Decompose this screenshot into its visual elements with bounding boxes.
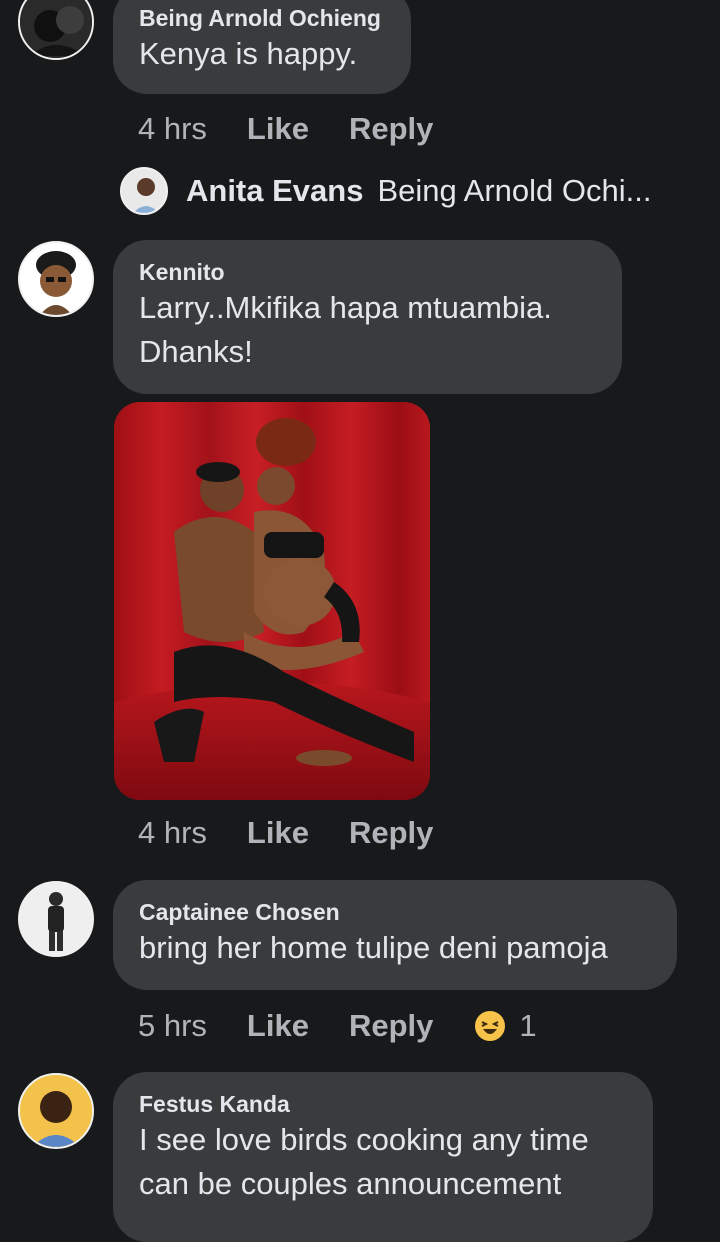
reply-avatar-image xyxy=(122,169,166,213)
comment-bubble[interactable]: Kennito Larry..Mkifika hapa mtuambia. Dh… xyxy=(113,240,622,394)
avatar[interactable] xyxy=(18,241,94,317)
comment-time[interactable]: 5 hrs xyxy=(138,1008,207,1044)
laughing-emoji-glyph xyxy=(481,1021,499,1034)
avatar[interactable] xyxy=(18,1073,94,1149)
comment-bubble[interactable]: Festus Kanda I see love birds cooking an… xyxy=(113,1072,653,1242)
comment-text-line-1: Larry..Mkifika hapa mtuambia. xyxy=(139,290,552,325)
comment-time[interactable]: 4 hrs xyxy=(138,111,207,147)
reaction-summary[interactable]: 1 xyxy=(473,1008,537,1044)
reply-preview[interactable]: Anita Evans Being Arnold Ochi... xyxy=(120,166,651,216)
laughing-emoji-icon xyxy=(473,1009,508,1043)
comment-actions: 4 hrs Like Reply xyxy=(138,109,473,149)
comment-text-line-2: can be couples announcement xyxy=(139,1166,562,1201)
comment-author[interactable]: Festus Kanda xyxy=(139,1090,627,1118)
comment-author[interactable]: Captainee Chosen xyxy=(139,898,651,926)
like-button[interactable]: Like xyxy=(247,1008,309,1044)
comment-author[interactable]: Being Arnold Ochieng xyxy=(139,4,385,32)
comment-photo[interactable] xyxy=(114,402,430,800)
reaction-count: 1 xyxy=(519,1008,537,1043)
couple-photo-image xyxy=(114,402,430,800)
avatar[interactable] xyxy=(18,881,94,957)
comment-actions: 5 hrs Like Reply 1 xyxy=(138,1006,537,1046)
comment-time[interactable]: 4 hrs xyxy=(138,815,207,851)
comment-author[interactable]: Kennito xyxy=(139,258,596,286)
comment-bubble[interactable]: Being Arnold Ochieng Kenya is happy. xyxy=(113,0,411,94)
comment-text-line-1: I see love birds cooking any time xyxy=(139,1122,589,1157)
comment-bubble[interactable]: Captainee Chosen bring her home tulipe d… xyxy=(113,880,677,990)
avatar-image xyxy=(20,0,92,58)
reply-button[interactable]: Reply xyxy=(349,815,433,851)
comment-text: bring her home tulipe deni pamoja xyxy=(139,930,608,965)
like-button[interactable]: Like xyxy=(247,815,309,851)
comment-text-line-2: Dhanks! xyxy=(139,334,253,369)
avatar-image xyxy=(20,883,92,955)
comment-actions: 4 hrs Like Reply xyxy=(138,813,473,853)
avatar-image xyxy=(20,1075,92,1147)
reply-button[interactable]: Reply xyxy=(349,111,433,147)
reply-text: Being Arnold Ochi... xyxy=(377,173,652,208)
reply-avatar xyxy=(120,167,168,215)
reply-author[interactable]: Anita Evans xyxy=(186,173,363,209)
avatar-image xyxy=(20,243,92,315)
like-button[interactable]: Like xyxy=(247,111,309,147)
comment-text: Kenya is happy. xyxy=(139,36,358,71)
reply-button[interactable]: Reply xyxy=(349,1008,433,1044)
comment-being-arnold-ochieng: Being Arnold Ochieng Kenya is happy. 4 h… xyxy=(0,0,720,230)
avatar[interactable] xyxy=(18,0,94,60)
